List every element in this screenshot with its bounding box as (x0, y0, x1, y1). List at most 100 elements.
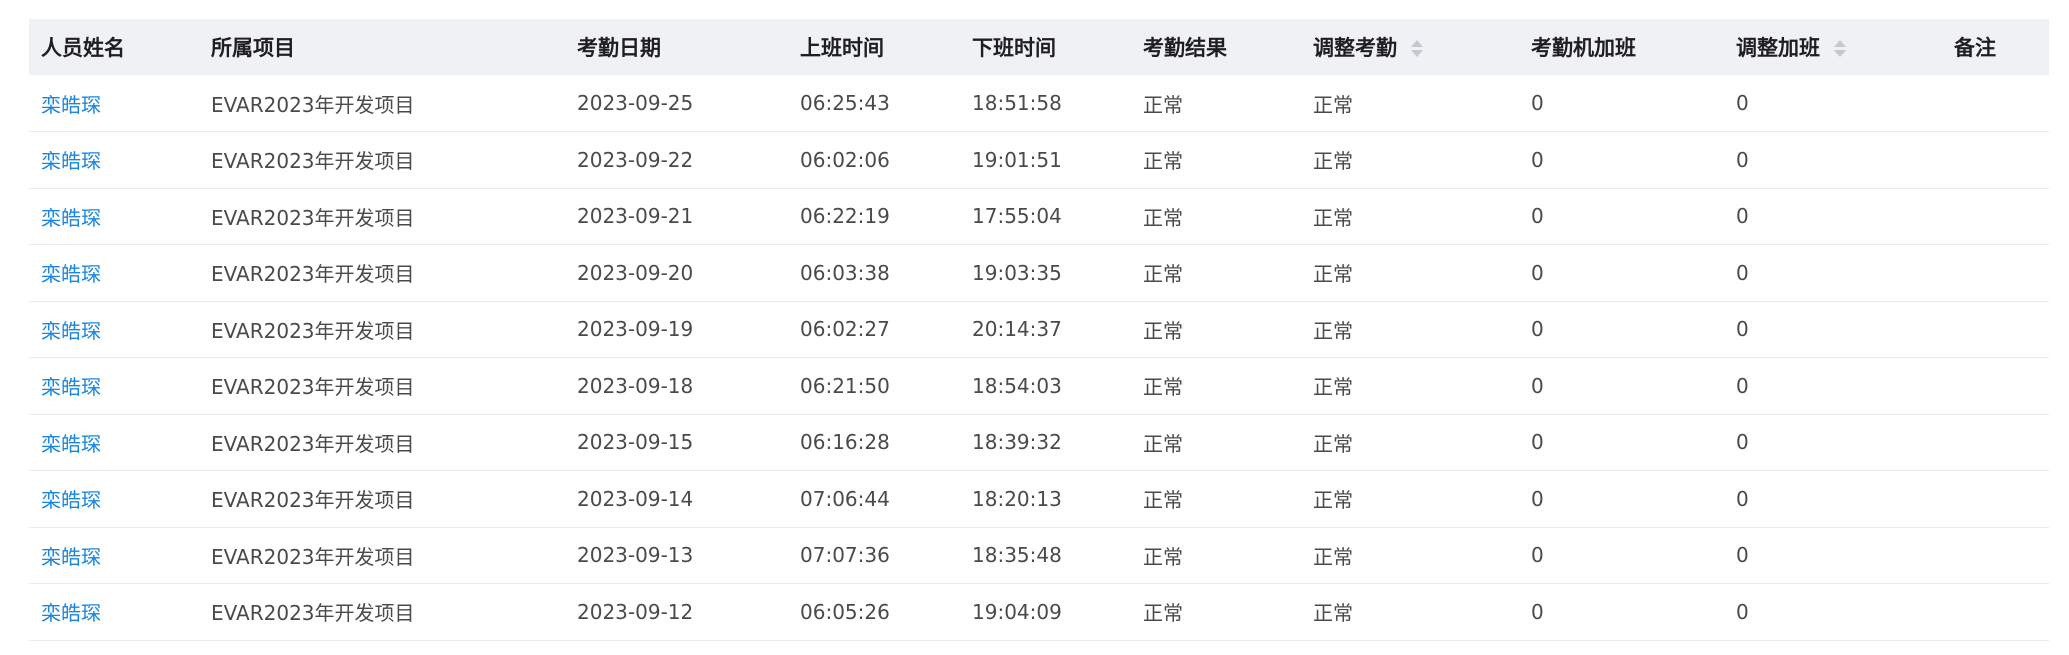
clock-out-cell: 17:55:04 (972, 204, 1062, 229)
adjusted-overtime-cell: 0 (1736, 543, 1749, 568)
person-name-link[interactable]: 栾皓琛 (29, 358, 199, 415)
person-name-link[interactable]: 栾皓琛 (29, 75, 199, 132)
remark-cell (1942, 188, 2049, 245)
table-row: 栾皓琛 EVAR2023年开发项目 2023-09-22 06:02:06 19… (29, 132, 2049, 189)
sort-icon[interactable] (1411, 39, 1423, 59)
table-row: 栾皓琛 EVAR2023年开发项目 2023-09-15 06:16:28 18… (29, 414, 2049, 471)
remark-cell (1942, 414, 2049, 471)
clock-in-cell: 06:25:43 (800, 91, 890, 115)
date-cell: 2023-09-14 (577, 486, 694, 511)
date-cell: 2023-09-13 (577, 543, 694, 568)
project-cell: EVAR2023年开发项目 (211, 318, 415, 343)
date-cell: 2023-09-12 (577, 599, 694, 624)
header-name: 人员姓名 (41, 36, 125, 60)
person-name-link[interactable]: 栾皓琛 (29, 188, 199, 245)
project-cell: EVAR2023年开发项目 (211, 149, 415, 174)
result-cell: 正常 (1143, 92, 1183, 117)
remark-cell (1942, 75, 2049, 132)
clock-out-cell: 20:14:37 (972, 317, 1062, 342)
remark-cell (1942, 584, 2049, 641)
result-cell: 正常 (1143, 318, 1183, 343)
result-cell: 正常 (1143, 544, 1183, 569)
adjusted-result-cell: 正常 (1313, 544, 1353, 569)
adjusted-overtime-cell: 0 (1736, 147, 1749, 172)
header-adjusted-result[interactable]: 调整考勤 (1301, 19, 1519, 75)
header-machine-overtime: 考勤机加班 (1531, 36, 1636, 60)
table-row: 栾皓琛 EVAR2023年开发项目 2023-09-18 06:21:50 18… (29, 358, 2049, 415)
table-row: 栾皓琛 EVAR2023年开发项目 2023-09-13 07:07:36 18… (29, 527, 2049, 584)
machine-overtime-cell: 0 (1531, 430, 1544, 455)
date-cell: 2023-09-21 (577, 204, 694, 229)
result-cell: 正常 (1143, 601, 1183, 626)
machine-overtime-cell: 0 (1531, 91, 1544, 115)
project-cell: EVAR2023年开发项目 (211, 601, 415, 626)
remark-cell (1942, 301, 2049, 358)
result-cell: 正常 (1143, 375, 1183, 400)
date-cell: 2023-09-15 (577, 430, 694, 455)
adjusted-result-cell: 正常 (1313, 488, 1353, 513)
person-name-link[interactable]: 栾皓琛 (29, 132, 199, 189)
result-cell: 正常 (1143, 488, 1183, 513)
clock-in-cell: 06:05:26 (800, 599, 890, 624)
result-cell: 正常 (1143, 149, 1183, 174)
person-name-link[interactable]: 栾皓琛 (29, 414, 199, 471)
person-name-link[interactable]: 栾皓琛 (29, 301, 199, 358)
clock-out-cell: 18:51:58 (972, 91, 1062, 115)
adjusted-overtime-cell: 0 (1736, 599, 1749, 624)
machine-overtime-cell: 0 (1531, 204, 1544, 229)
adjusted-result-cell: 正常 (1313, 149, 1353, 174)
machine-overtime-cell: 0 (1531, 147, 1544, 172)
machine-overtime-cell: 0 (1531, 260, 1544, 285)
header-project: 所属项目 (211, 36, 295, 60)
clock-out-cell: 18:20:13 (972, 486, 1062, 511)
clock-out-cell: 18:35:48 (972, 543, 1062, 568)
adjusted-result-cell: 正常 (1313, 601, 1353, 626)
sort-descending-icon[interactable] (1411, 50, 1423, 57)
sort-icon[interactable] (1834, 39, 1846, 59)
clock-out-cell: 19:03:35 (972, 260, 1062, 285)
remark-cell (1942, 358, 2049, 415)
remark-cell (1942, 527, 2049, 584)
date-cell: 2023-09-18 (577, 373, 694, 398)
adjusted-result-cell: 正常 (1313, 431, 1353, 456)
adjusted-overtime-cell: 0 (1736, 91, 1749, 115)
remark-cell (1942, 471, 2049, 528)
sort-ascending-icon[interactable] (1411, 40, 1423, 47)
table-row: 栾皓琛 EVAR2023年开发项目 2023-09-21 06:22:19 17… (29, 188, 2049, 245)
person-name-link[interactable]: 栾皓琛 (29, 471, 199, 528)
remark-cell (1942, 132, 2049, 189)
sort-descending-icon[interactable] (1834, 50, 1846, 57)
adjusted-result-cell: 正常 (1313, 262, 1353, 287)
project-cell: EVAR2023年开发项目 (211, 544, 415, 569)
date-cell: 2023-09-22 (577, 147, 694, 172)
table-body: 栾皓琛 EVAR2023年开发项目 2023-09-25 06:25:43 18… (29, 75, 2049, 640)
table-row: 栾皓琛 EVAR2023年开发项目 2023-09-20 06:03:38 19… (29, 245, 2049, 302)
header-adjusted-overtime[interactable]: 调整加班 (1724, 19, 1942, 75)
person-name-link[interactable]: 栾皓琛 (29, 527, 199, 584)
table-row: 栾皓琛 EVAR2023年开发项目 2023-09-12 06:05:26 19… (29, 584, 2049, 641)
adjusted-overtime-cell: 0 (1736, 430, 1749, 455)
table-row: 栾皓琛 EVAR2023年开发项目 2023-09-14 07:06:44 18… (29, 471, 2049, 528)
adjusted-overtime-cell: 0 (1736, 486, 1749, 511)
person-name-link[interactable]: 栾皓琛 (29, 584, 199, 641)
adjusted-overtime-cell: 0 (1736, 204, 1749, 229)
result-cell: 正常 (1143, 431, 1183, 456)
adjusted-overtime-cell: 0 (1736, 317, 1749, 342)
adjusted-result-cell: 正常 (1313, 205, 1353, 230)
clock-in-cell: 06:16:28 (800, 430, 890, 455)
adjusted-result-cell: 正常 (1313, 92, 1353, 117)
machine-overtime-cell: 0 (1531, 599, 1544, 624)
clock-out-cell: 19:04:09 (972, 599, 1062, 624)
clock-out-cell: 18:39:32 (972, 430, 1062, 455)
date-cell: 2023-09-19 (577, 317, 694, 342)
machine-overtime-cell: 0 (1531, 486, 1544, 511)
clock-in-cell: 06:02:06 (800, 147, 890, 172)
header-clock-out: 下班时间 (972, 36, 1056, 60)
sort-ascending-icon[interactable] (1834, 40, 1846, 47)
clock-out-cell: 18:54:03 (972, 373, 1062, 398)
clock-in-cell: 07:07:36 (800, 543, 890, 568)
project-cell: EVAR2023年开发项目 (211, 375, 415, 400)
machine-overtime-cell: 0 (1531, 317, 1544, 342)
project-cell: EVAR2023年开发项目 (211, 262, 415, 287)
person-name-link[interactable]: 栾皓琛 (29, 245, 199, 302)
